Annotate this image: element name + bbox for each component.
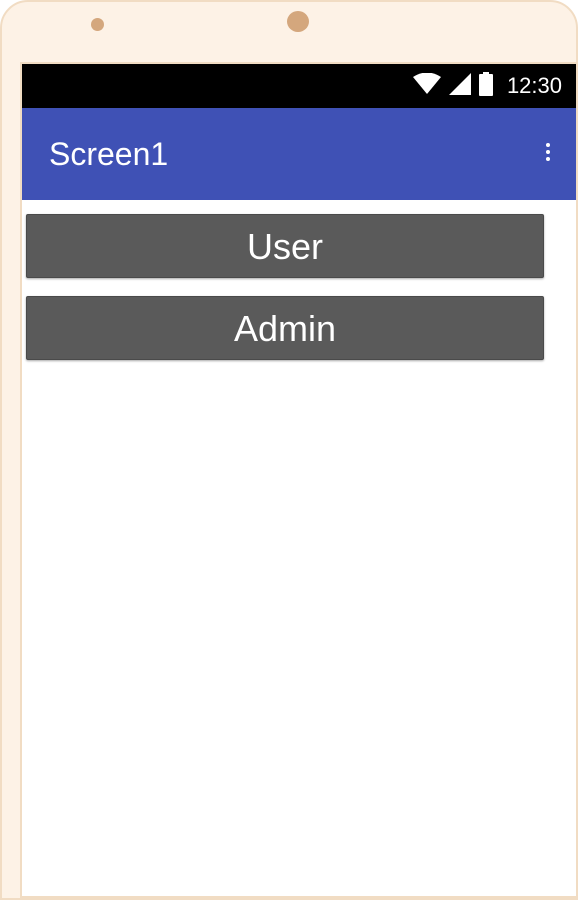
screen-title: Screen1 [49, 136, 169, 172]
status-time: 12:30 [506, 73, 562, 98]
front-sensor-icon [91, 18, 104, 31]
menu-dot [546, 157, 550, 161]
phone-screen: 12:30 Screen1 User Admin [20, 62, 578, 898]
user-button[interactable]: User [26, 214, 544, 278]
status-bar: 12:30 [22, 64, 576, 108]
battery-icon [478, 71, 493, 101]
app-bar: Screen1 [22, 108, 576, 200]
overflow-menu-icon[interactable] [538, 138, 558, 166]
screen-content: User Admin [22, 200, 576, 896]
menu-dot [546, 143, 550, 147]
status-icons: 12:30 [412, 64, 562, 108]
menu-dot [546, 150, 550, 154]
admin-button[interactable]: Admin [26, 296, 544, 360]
phone-frame: 12:30 Screen1 User Admin [0, 0, 578, 900]
signal-icon [448, 72, 471, 100]
wifi-icon [412, 72, 441, 100]
front-camera-icon [287, 11, 309, 32]
